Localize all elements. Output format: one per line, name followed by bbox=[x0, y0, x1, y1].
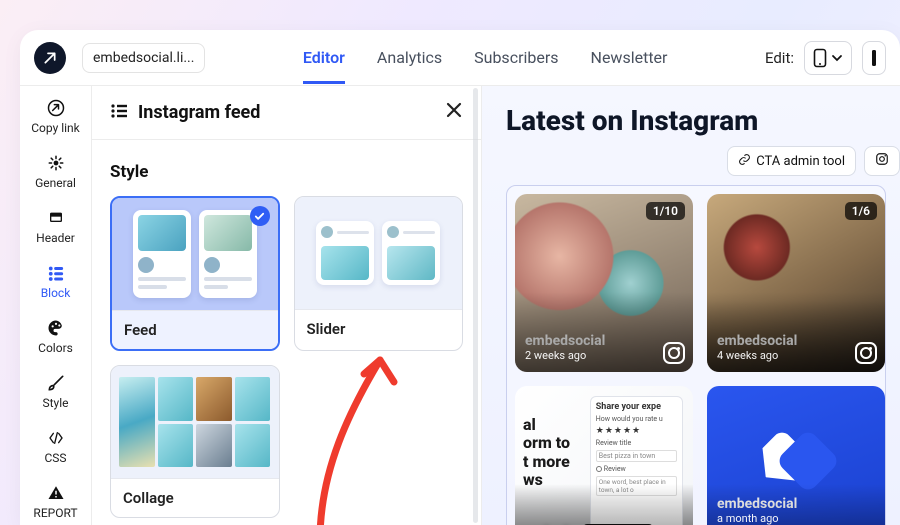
style-option-feed[interactable]: Feed bbox=[110, 196, 280, 351]
style-thumb-collage bbox=[111, 366, 279, 478]
top-nav: Editor Analytics Subscribers Newsletter bbox=[221, 48, 749, 67]
count-badge: 1/6 bbox=[845, 202, 877, 220]
instagram-icon bbox=[663, 342, 685, 364]
style-thumb-slider bbox=[295, 197, 463, 309]
app-logo bbox=[34, 42, 66, 74]
sidebar-label: Style bbox=[42, 396, 68, 410]
chevron-down-icon bbox=[831, 52, 843, 64]
close-icon[interactable] bbox=[445, 100, 463, 125]
panel-title: Instagram feed bbox=[138, 102, 435, 123]
tab-analytics[interactable]: Analytics bbox=[377, 48, 442, 67]
sidebar-label: General bbox=[35, 176, 76, 190]
url-field[interactable]: embedsocial.li... bbox=[82, 43, 205, 73]
sidebar-item-block[interactable]: Block bbox=[26, 261, 86, 302]
copy-link-icon bbox=[45, 98, 67, 118]
sidebar-item-colors[interactable]: Colors bbox=[26, 316, 86, 357]
preview-pane: Latest on Instagram CTA admin tool 1/10 … bbox=[482, 86, 900, 525]
insta-time-ago: 4 weeks ago bbox=[717, 349, 875, 362]
form-input: Best pizza in town bbox=[596, 450, 677, 462]
palette-icon bbox=[45, 318, 67, 338]
panel-header: Instagram feed bbox=[92, 86, 481, 140]
sidebar-item-style[interactable]: Style bbox=[26, 371, 86, 412]
admin-pills: CTA admin tool bbox=[727, 146, 900, 176]
sidebar-item-report[interactable]: REPORT bbox=[26, 481, 86, 522]
panel-body: Style Feed bbox=[92, 140, 481, 525]
sidebar-label: Block bbox=[41, 286, 71, 300]
instagram-icon bbox=[875, 152, 889, 170]
brush-icon bbox=[45, 373, 67, 393]
sidebar-item-header[interactable]: Header bbox=[26, 206, 86, 247]
style-caption: Collage bbox=[111, 478, 279, 517]
star-rating: ★★★★★ bbox=[596, 426, 677, 436]
cta-admin-pill[interactable]: CTA admin tool bbox=[727, 146, 856, 176]
cta-admin-label: CTA admin tool bbox=[756, 154, 845, 169]
insta-card-4[interactable]: embedsocial a month ago bbox=[707, 386, 885, 525]
gear-icon bbox=[45, 153, 67, 173]
insta-card-2[interactable]: 1/6 embedsocial 4 weeks ago bbox=[707, 194, 885, 372]
instagram-pill[interactable] bbox=[864, 146, 900, 176]
form-title: Share your expe bbox=[596, 402, 677, 412]
style-options: Feed Slider bbox=[110, 196, 463, 518]
style-thumb-feed bbox=[112, 198, 278, 310]
sidebar-label: Colors bbox=[38, 341, 73, 355]
sidebar-label: Header bbox=[36, 231, 75, 245]
tab-newsletter[interactable]: Newsletter bbox=[591, 48, 668, 67]
style-option-collage[interactable]: Collage bbox=[110, 365, 280, 518]
sidebar-item-copy-link[interactable]: Copy link bbox=[26, 96, 86, 137]
section-label-style: Style bbox=[110, 162, 463, 182]
vertical-sidebar: Copy link General Header Block Colors St… bbox=[20, 86, 92, 525]
instagram-icon bbox=[855, 342, 877, 364]
sidebar-item-general[interactable]: General bbox=[26, 151, 86, 192]
edit-label: Edit: bbox=[765, 49, 794, 67]
tab-subscribers[interactable]: Subscribers bbox=[474, 48, 558, 67]
block-icon bbox=[45, 263, 67, 283]
mobile-icon bbox=[813, 48, 827, 68]
style-option-slider[interactable]: Slider bbox=[294, 196, 464, 351]
instagram-grid: 1/10 embedsocial 2 weeks ago 1/6 embedso… bbox=[506, 185, 886, 525]
check-icon bbox=[250, 206, 270, 226]
device-selector[interactable] bbox=[804, 41, 852, 75]
preview-heading: Latest on Instagram bbox=[506, 104, 900, 137]
warning-icon bbox=[45, 483, 67, 503]
insta-time-ago: a month ago bbox=[717, 512, 779, 525]
count-badge: 1/10 bbox=[646, 202, 685, 220]
edit-controls: Edit: bbox=[765, 41, 886, 75]
sidebar-label: Copy link bbox=[31, 121, 80, 135]
list-icon bbox=[110, 103, 128, 123]
style-caption: Feed bbox=[112, 310, 278, 349]
insta-card-3[interactable]: al orm to t more ws Share your expe How … bbox=[515, 386, 693, 525]
app-frame: embedsocial.li... Editor Analytics Subsc… bbox=[20, 30, 900, 525]
insta-card-1[interactable]: 1/10 embedsocial 2 weeks ago bbox=[515, 194, 693, 372]
link-icon bbox=[738, 153, 751, 170]
header-icon bbox=[45, 208, 67, 228]
code-icon bbox=[45, 428, 67, 448]
form-label: Review title bbox=[596, 439, 677, 447]
tab-editor[interactable]: Editor bbox=[303, 48, 345, 84]
config-panel: Instagram feed Style bbox=[92, 86, 482, 525]
style-caption: Slider bbox=[295, 309, 463, 348]
scrollbar[interactable] bbox=[473, 88, 478, 523]
main-area: Copy link General Header Block Colors St… bbox=[20, 86, 900, 525]
sidebar-item-css[interactable]: CSS bbox=[26, 426, 86, 467]
insta-time-ago: 2 weeks ago bbox=[525, 349, 683, 362]
sidebar-label: CSS bbox=[44, 451, 66, 465]
separator-icon bbox=[871, 49, 877, 67]
topbar: embedsocial.li... Editor Analytics Subsc… bbox=[20, 30, 900, 86]
form-subtitle: How would you rate u bbox=[596, 415, 677, 423]
sidebar-label: REPORT bbox=[33, 506, 77, 520]
more-button[interactable] bbox=[862, 41, 886, 75]
